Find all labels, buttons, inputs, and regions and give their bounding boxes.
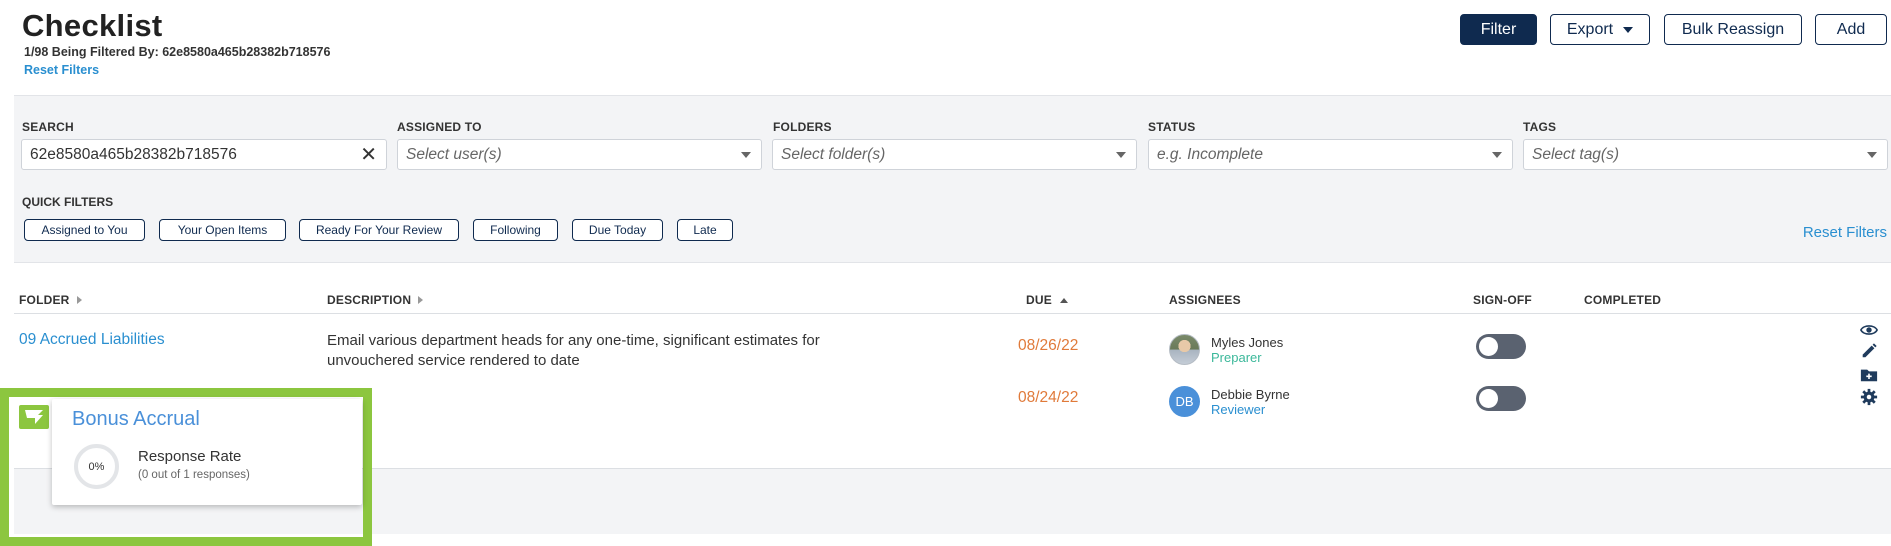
filter-button[interactable]: Filter [1460, 14, 1537, 45]
filter-panel [14, 95, 1891, 263]
sort-arrow-icon [418, 296, 424, 304]
column-header-folder[interactable]: FOLDER [19, 293, 82, 307]
chevron-down-icon [1492, 152, 1502, 158]
response-count: (0 out of 1 responses) [138, 469, 250, 481]
bulk-reassign-label: Bulk Reassign [1681, 20, 1785, 38]
status-label: STATUS [1148, 120, 1196, 134]
assigned-to-label: ASSIGNED TO [397, 120, 482, 134]
quick-filter-following[interactable]: Following [473, 219, 558, 241]
column-header-assignees: ASSIGNEES [1169, 293, 1241, 307]
gear-icon[interactable] [1860, 388, 1878, 406]
search-label: SEARCH [22, 120, 74, 134]
filter-status-text: 1/98 Being Filtered By: 62e8580a465b2838… [24, 45, 331, 59]
tags-placeholder: Select tag(s) [1532, 145, 1620, 163]
reset-filters-link[interactable]: Reset Filters [24, 63, 99, 77]
avatar [1169, 334, 1200, 365]
assigned-to-placeholder: Select user(s) [406, 145, 502, 163]
due-date-preparer: 08/26/22 [1018, 337, 1079, 354]
filter-button-label: Filter [1480, 20, 1517, 38]
chevron-down-icon [1116, 152, 1126, 158]
avatar: DB [1169, 386, 1200, 417]
export-button-label: Export [1566, 20, 1614, 38]
assignee-name: Debbie Byrne [1211, 387, 1290, 402]
assignee-role-reviewer: Reviewer [1211, 402, 1266, 417]
quick-filters-label: QUICK FILTERS [22, 195, 114, 209]
response-rate-label: Response Rate [138, 448, 242, 465]
description-header-label: DESCRIPTION [327, 293, 412, 307]
toggle-knob [1479, 389, 1498, 408]
column-header-description[interactable]: DESCRIPTION [327, 293, 424, 307]
search-input[interactable]: 62e8580a465b28382b718576 ✕ [21, 139, 387, 170]
quick-filter-due-today[interactable]: Due Today [572, 219, 663, 241]
sort-ascending-icon [1059, 297, 1068, 303]
due-header-label: DUE [1026, 293, 1052, 307]
column-header-signoff: SIGN-OFF [1473, 293, 1532, 307]
folder-link[interactable]: 09 Accrued Liabilities [19, 331, 165, 349]
due-date-reviewer: 08/24/22 [1018, 389, 1079, 406]
tags-select[interactable]: Select tag(s) [1523, 139, 1888, 170]
status-placeholder: e.g. Incomplete [1157, 145, 1263, 163]
eye-icon[interactable] [1860, 321, 1878, 339]
caret-down-icon [1623, 26, 1634, 33]
progress-percent: 0% [88, 460, 105, 473]
status-select[interactable]: e.g. Incomplete [1148, 139, 1513, 170]
quick-filter-assigned-to-you[interactable]: Assigned to You [24, 219, 145, 241]
card-title: Bonus Accrual [72, 408, 200, 430]
quick-filter-ready-for-review[interactable]: Ready For Your Review [299, 219, 459, 241]
tags-label: TAGS [1523, 120, 1557, 134]
task-description: Email various department heads for any o… [327, 332, 820, 369]
toggle-knob [1479, 337, 1498, 356]
folder-header-label: FOLDER [19, 293, 70, 307]
signoff-toggle-preparer[interactable] [1476, 334, 1526, 359]
add-button[interactable]: Add [1815, 14, 1887, 45]
signoff-toggle-reviewer[interactable] [1476, 386, 1526, 411]
header-divider [14, 313, 1891, 314]
column-header-completed: COMPLETED [1584, 293, 1662, 307]
app-logo-icon [19, 405, 49, 429]
sort-arrow-icon [76, 296, 82, 304]
progress-ring: 0% [74, 444, 119, 489]
clear-icon[interactable]: ✕ [360, 144, 377, 166]
chevron-down-icon [741, 152, 751, 158]
reset-filters-link-right[interactable]: Reset Filters [1803, 224, 1887, 241]
folder-plus-icon[interactable] [1860, 366, 1878, 384]
assignee-role-preparer: Preparer [1211, 350, 1262, 365]
assigned-to-select[interactable]: Select user(s) [397, 139, 762, 170]
folders-select[interactable]: Select folder(s) [772, 139, 1137, 170]
assignee-name: Myles Jones [1211, 335, 1284, 350]
export-button[interactable]: Export [1550, 14, 1650, 45]
bulk-reassign-button[interactable]: Bulk Reassign [1664, 14, 1802, 45]
chevron-down-icon [1867, 152, 1877, 158]
quick-filter-your-open-items[interactable]: Your Open Items [159, 219, 286, 241]
add-button-label: Add [1836, 20, 1866, 38]
search-value: 62e8580a465b28382b718576 [30, 145, 237, 163]
column-header-due[interactable]: DUE [1026, 293, 1068, 307]
page-title: Checklist [22, 8, 163, 43]
folders-label: FOLDERS [773, 120, 832, 134]
pencil-icon[interactable] [1860, 342, 1878, 360]
quick-filter-late[interactable]: Late [677, 219, 733, 241]
folders-placeholder: Select folder(s) [781, 145, 886, 163]
